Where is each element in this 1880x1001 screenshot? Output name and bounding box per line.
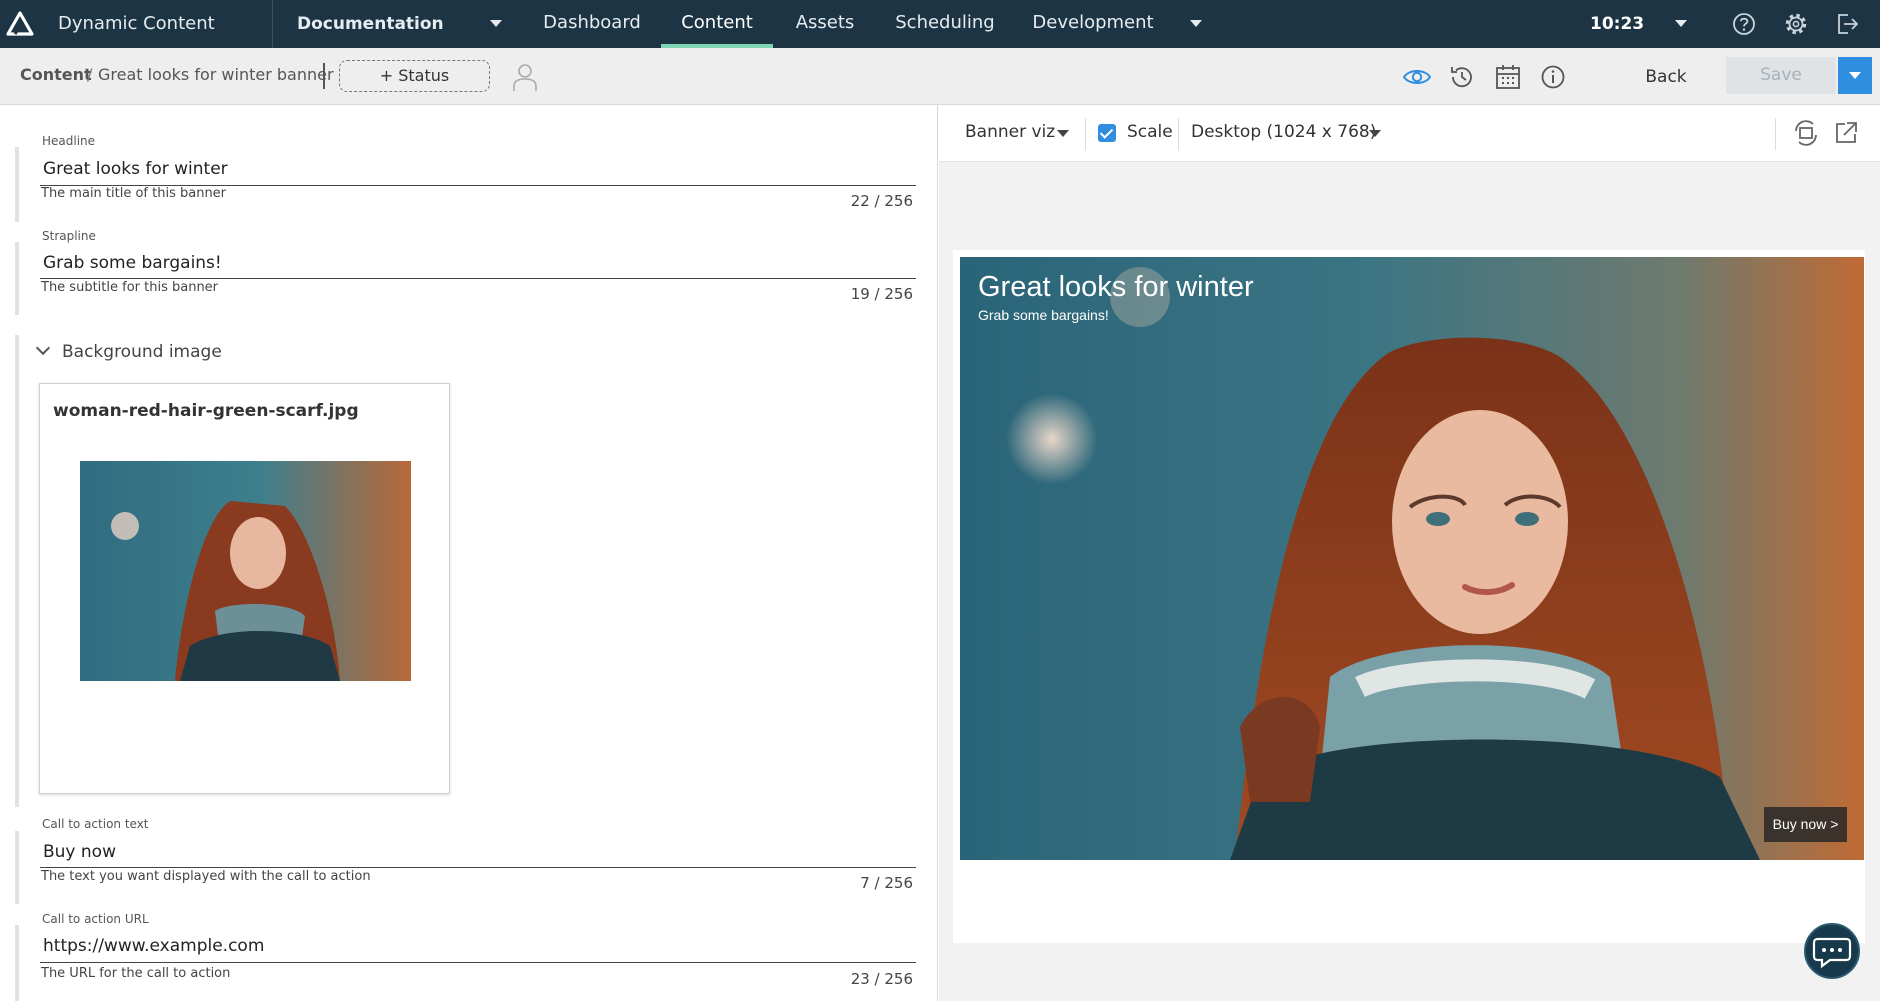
visualization-select[interactable]: Banner viz — [965, 122, 1055, 142]
strapline-underline — [40, 278, 916, 279]
cta-text-underline — [40, 867, 916, 868]
clock-chevron-down-icon[interactable] — [1675, 20, 1687, 27]
content-form: Headline Great looks for winter The main… — [0, 105, 938, 1001]
headline-help: The main title of this banner — [41, 186, 227, 201]
cta-text-label: Call to action text — [42, 817, 149, 831]
background-image-toggle[interactable]: Background image — [35, 340, 222, 362]
help-icon[interactable] — [1730, 10, 1758, 38]
tab-development[interactable]: Development — [1028, 0, 1158, 48]
back-button[interactable]: Back — [1630, 60, 1702, 94]
image-filename: woman-red-hair-green-scarf.jpg — [53, 401, 359, 421]
save-button[interactable]: Save — [1726, 57, 1836, 94]
divider — [1775, 118, 1776, 150]
breadcrumb-separator: / — [87, 65, 93, 84]
preview-panel: Banner viz Scale Desktop (1024 x 768) Gr… — [939, 105, 1880, 1001]
tab-assets[interactable]: Assets — [779, 0, 871, 48]
rotate-icon[interactable] — [1792, 119, 1820, 147]
gear-icon[interactable] — [1782, 10, 1810, 38]
history-icon[interactable] — [1447, 62, 1477, 92]
banner-background-image — [960, 257, 1864, 860]
chat-bubble-icon — [1812, 937, 1852, 969]
app-logo-icon[interactable] — [6, 10, 34, 38]
field-marker — [15, 147, 19, 222]
strapline-label: Strapline — [42, 229, 96, 243]
info-icon[interactable] — [1538, 62, 1568, 92]
divider — [1178, 118, 1179, 150]
visualization-chevron-down-icon[interactable] — [1057, 130, 1069, 137]
calendar-icon[interactable] — [1493, 62, 1523, 92]
image-thumbnail — [80, 461, 411, 681]
strapline-input[interactable]: Grab some bargains! — [43, 253, 222, 273]
tab-content[interactable]: Content — [661, 0, 773, 48]
breadcrumb-root[interactable]: Content — [20, 65, 92, 84]
field-marker — [15, 335, 19, 807]
strapline-help: The subtitle for this banner — [41, 280, 219, 295]
device-chevron-down-icon[interactable] — [1369, 130, 1381, 137]
banner-headline: Great looks for winter — [978, 271, 1254, 303]
toolbar: Content / Great looks for winter banner … — [0, 48, 1880, 105]
banner-preview: Great looks for winter Grab some bargain… — [960, 257, 1864, 860]
breadcrumb-current: Great looks for winter banner — [98, 65, 334, 84]
cta-text-input[interactable]: Buy now — [43, 842, 116, 862]
headline-input[interactable]: Great looks for winter — [43, 159, 228, 179]
field-marker — [15, 242, 19, 315]
chevron-down-icon — [35, 340, 51, 356]
cta-url-char-count: 23 / 256 — [850, 970, 913, 988]
save-options-chevron-down-icon[interactable] — [1838, 57, 1872, 94]
cta-url-help: The URL for the call to action — [41, 966, 231, 981]
background-image-card[interactable]: woman-red-hair-green-scarf.jpg — [39, 383, 450, 794]
app-title: Dynamic Content — [58, 13, 215, 34]
cta-text-char-count: 7 / 256 — [860, 874, 913, 892]
cta-url-underline — [40, 962, 916, 963]
scale-checkbox[interactable] — [1098, 124, 1116, 142]
banner-cta-button[interactable]: Buy now > — [1764, 807, 1847, 842]
tab-dashboard[interactable]: Dashboard — [529, 0, 655, 48]
clock: 10:23 — [1590, 14, 1645, 34]
more-chevron-down-icon[interactable] — [1190, 20, 1202, 27]
headline-char-count: 22 / 256 — [850, 192, 913, 210]
add-status-button[interactable]: + Status — [339, 60, 490, 92]
top-nav: Dynamic Content Documentation Dashboard … — [0, 0, 1880, 48]
chat-button[interactable] — [1804, 923, 1860, 979]
user-icon[interactable] — [512, 62, 538, 92]
preview-frame: Great looks for winter Grab some bargain… — [953, 250, 1865, 943]
strapline-char-count: 19 / 256 — [850, 285, 913, 303]
cta-text-help: The text you want displayed with the cal… — [41, 869, 371, 884]
eye-icon[interactable] — [1402, 62, 1432, 92]
open-external-icon[interactable] — [1832, 119, 1860, 147]
cta-url-input[interactable]: https://www.example.com — [43, 936, 264, 956]
divider — [323, 63, 325, 89]
hub-chevron-down-icon[interactable] — [490, 20, 502, 27]
tab-scheduling[interactable]: Scheduling — [884, 0, 1006, 48]
banner-strapline: Grab some bargains! — [978, 307, 1109, 323]
headline-label: Headline — [42, 134, 96, 148]
divider — [272, 0, 273, 48]
logout-icon[interactable] — [1833, 10, 1861, 38]
divider — [1085, 118, 1086, 150]
preview-toolbar: Banner viz Scale Desktop (1024 x 768) — [939, 105, 1880, 162]
cta-url-label: Call to action URL — [42, 912, 149, 926]
hub-selector[interactable]: Documentation — [297, 0, 444, 48]
field-marker — [15, 831, 19, 904]
scale-label: Scale — [1127, 122, 1173, 142]
field-marker — [15, 925, 19, 1001]
device-select[interactable]: Desktop (1024 x 768) — [1191, 122, 1376, 142]
background-image-label: Background image — [62, 342, 222, 362]
